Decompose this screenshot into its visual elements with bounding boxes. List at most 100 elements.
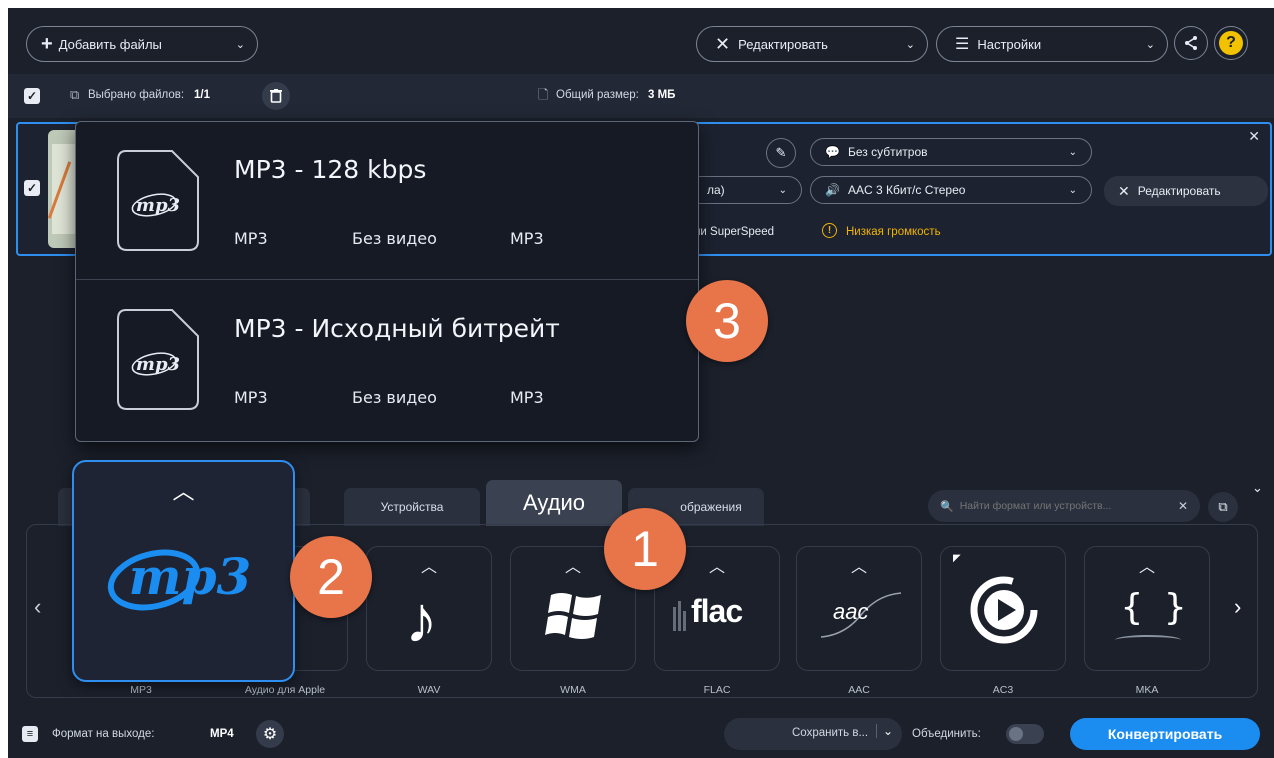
sliders-icon: ☰: [955, 36, 970, 53]
preset-video: Без видео: [352, 229, 437, 248]
format-label: MP3: [130, 684, 152, 696]
subtitles-dropdown[interactable]: 💬 Без субтитров ⌄: [810, 138, 1092, 166]
chevron-down-icon: ⌄: [905, 38, 915, 51]
app-window: + Добавить файлы ⌄ ✕ Редактировать ⌄ ☰ Н…: [8, 8, 1274, 758]
file-checkbox[interactable]: ✓: [24, 180, 40, 196]
format-label: AC3: [992, 684, 1014, 696]
format-search-button[interactable]: ⧉: [1208, 492, 1238, 522]
delete-button[interactable]: [262, 82, 290, 110]
tab-devices[interactable]: Устройства: [344, 488, 480, 526]
chevron-up-icon: ︿: [172, 479, 195, 504]
audio-codec-value: AAC 3 Кбит/с Стерео: [847, 183, 966, 197]
search-input[interactable]: [959, 500, 1160, 512]
convert-label: Конвертировать: [1107, 726, 1223, 742]
settings-menu-button[interactable]: ☰ Настройки ⌄: [936, 26, 1168, 62]
braces-icon: { }: [1121, 587, 1187, 628]
scroll-right-icon[interactable]: ›: [1234, 594, 1241, 620]
edit-menu-button[interactable]: ✕ Редактировать ⌄: [696, 26, 928, 62]
output-format-label: Формат на выходе:: [52, 728, 155, 740]
close-icon[interactable]: ✕: [1248, 128, 1260, 145]
corner-mark-icon: ◤: [953, 553, 961, 564]
low-volume-warning: Низкая громкость: [846, 226, 941, 238]
tools-icon: ✕: [1118, 182, 1130, 199]
format-label: WMA: [560, 684, 586, 696]
format-label: WAV: [417, 684, 441, 696]
help-button[interactable]: ?: [1214, 26, 1248, 60]
trash-icon: [270, 89, 282, 103]
edit-file-button[interactable]: ✕ Редактировать: [1104, 176, 1268, 206]
add-files-button[interactable]: + Добавить файлы ⌄: [26, 26, 258, 62]
scroll-left-icon[interactable]: ‹: [34, 594, 41, 620]
add-files-label: Добавить файлы: [58, 36, 162, 52]
tab-devices-label: Устройства: [380, 500, 444, 514]
mp3-logo: mp3: [107, 547, 252, 611]
total-size-value: 3 МБ: [648, 89, 676, 101]
preset-option[interactable]: mp3 MP3 - Исходный битрейт MP3 Без видео…: [76, 281, 698, 439]
tab-audio-label: Аудио: [522, 490, 586, 515]
merge-toggle[interactable]: [1006, 724, 1044, 744]
clear-search-icon[interactable]: ✕: [1178, 499, 1188, 513]
save-to-button[interactable]: Сохранить в... ⌄: [724, 718, 902, 750]
preset-title: MP3 - Исходный битрейт: [234, 314, 560, 343]
selected-files-value: 1/1: [194, 89, 210, 101]
save-to-label: Сохранить в...: [792, 727, 869, 739]
warning-icon: !: [822, 223, 837, 238]
convert-button[interactable]: Конвертировать: [1070, 718, 1260, 750]
flac-icon: flac: [667, 593, 767, 633]
pencil-icon: ✎: [775, 145, 787, 160]
document-search-icon: ⧉: [1218, 499, 1228, 514]
format-label: MKA: [1135, 684, 1159, 696]
format-tile-mka[interactable]: ︿ { }: [1084, 546, 1210, 671]
step-badge-3: 3: [686, 280, 768, 362]
aac-icon: aac: [815, 587, 905, 643]
format-tile-aac[interactable]: ︿ aac: [796, 546, 922, 671]
selected-files-label: Выбрано файлов:: [88, 89, 185, 101]
step-badge-1: 1: [604, 508, 686, 590]
share-button[interactable]: [1174, 26, 1208, 60]
svg-text:mp3: mp3: [129, 547, 252, 606]
gear-icon: ⚙: [262, 726, 278, 743]
mp3-file-icon: mp3: [116, 149, 200, 252]
play-circle-icon: [970, 576, 1038, 644]
edit-subtitles-button[interactable]: ✎: [766, 138, 796, 168]
search-box[interactable]: 🔍 ✕: [928, 490, 1200, 522]
superspeed-label: ии SuperSpeed: [694, 226, 774, 238]
mp3-format-tile[interactable]: ︿ mp3: [72, 460, 295, 682]
chevron-up-icon: ︿: [850, 559, 867, 576]
chevron-up-icon: ︿: [1138, 559, 1155, 576]
preset-video: Без видео: [352, 388, 437, 407]
share-icon: [1185, 36, 1197, 50]
windows-icon: [545, 593, 601, 639]
chevron-down-icon[interactable]: ⌄: [876, 724, 893, 738]
tools-icon: ✕: [715, 33, 731, 54]
tab-images-label: ображения: [680, 500, 742, 514]
preset-audio: MP3: [510, 388, 544, 407]
preset-audio: MP3: [510, 229, 544, 248]
search-icon: 🔍: [940, 500, 954, 513]
select-all-checkbox[interactable]: ✓: [24, 88, 40, 104]
output-format-icon: ≡: [22, 726, 38, 742]
total-size-label: Общий размер:: [556, 89, 639, 101]
edit-menu-label: Редактировать: [738, 36, 828, 52]
tab-audio[interactable]: Аудио: [486, 480, 622, 526]
merge-label: Объединить:: [912, 728, 981, 740]
chevron-down-icon: ⌄: [1068, 146, 1077, 158]
chevron-down-icon: ⌄: [1068, 184, 1077, 196]
preset-format: MP3: [234, 229, 268, 248]
help-icon: ?: [1219, 31, 1243, 55]
format-tile-ac3[interactable]: ◤: [940, 546, 1066, 671]
file-size-icon: 🗋: [538, 87, 549, 102]
subtitles-value: Без субтитров: [847, 145, 928, 159]
step-badge-2: 2: [290, 536, 372, 618]
format-tile-wav[interactable]: ︿ ♪: [366, 546, 492, 671]
chevron-up-icon: ︿: [420, 559, 437, 576]
output-settings-button[interactable]: ⚙: [256, 720, 284, 748]
speaker-icon: 🔊: [825, 183, 840, 197]
mp3-file-icon: mp3: [116, 308, 200, 411]
format-label: AAC: [848, 684, 870, 696]
audio-codec-dropdown[interactable]: 🔊 AAC 3 Кбит/с Стерео ⌄: [810, 176, 1092, 204]
edit-file-label: Редактировать: [1137, 184, 1221, 198]
preset-option[interactable]: mp3 MP3 - 128 kbps MP3 Без видео MP3: [76, 122, 698, 280]
audio-track-value: ла): [707, 183, 725, 197]
collapse-panel-icon[interactable]: ⌄: [1252, 480, 1263, 496]
